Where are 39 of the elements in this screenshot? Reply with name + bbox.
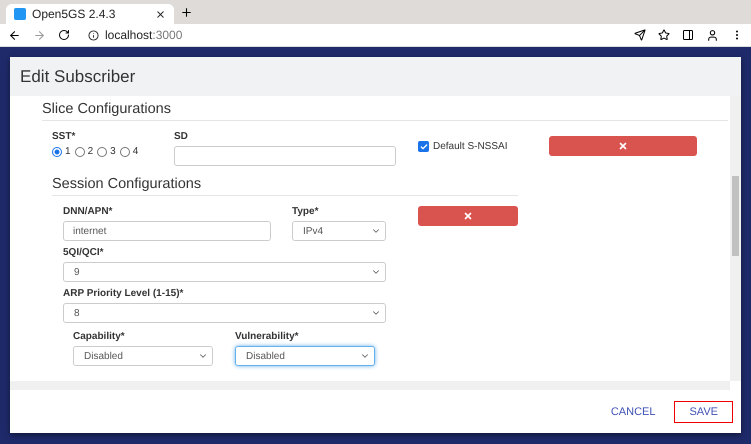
field-label: Vulnerability* — [235, 331, 300, 342]
section-title: Slice Configurations — [42, 101, 728, 121]
field-label: Capability* — [73, 331, 126, 342]
field-label: DNN/APN* — [63, 206, 114, 217]
browser-tab[interactable]: Open5GS 2.4.3 — [6, 4, 174, 24]
field-label: SD — [174, 131, 189, 142]
check-icon — [420, 142, 428, 150]
default-snssai-checkbox[interactable]: Default S-NSSAI — [418, 141, 549, 152]
dialog-button[interactable]: SAVE — [674, 400, 733, 422]
field-label: SST* — [52, 131, 76, 142]
vulnerability-select[interactable]: Disabled — [235, 346, 375, 366]
close-icon — [618, 141, 628, 151]
arp-select[interactable]: 8 — [63, 303, 386, 323]
dnn-field[interactable]: internet — [63, 221, 271, 241]
dialog-title: Edit Subscriber — [10, 57, 741, 96]
side-panel-icon[interactable] — [682, 29, 694, 41]
reload-icon[interactable] — [58, 29, 70, 41]
site-icon — [14, 8, 26, 20]
star-icon[interactable] — [658, 29, 670, 41]
field-label: Type* — [292, 206, 320, 217]
profile-icon[interactable] — [706, 28, 719, 42]
field-label: ARP Priority Level (1-15)* — [63, 288, 184, 299]
new-tab-icon[interactable] — [180, 6, 193, 18]
horizontal-scrollbar[interactable] — [10, 381, 730, 390]
type-select[interactable]: IPv4 — [292, 221, 386, 241]
radio-option[interactable]: 1 — [52, 146, 71, 157]
capability-select[interactable]: Disabled — [73, 346, 213, 366]
qci-select[interactable]: 9 — [63, 262, 386, 282]
close-icon — [463, 211, 473, 221]
send-icon[interactable] — [634, 29, 646, 41]
back-icon[interactable] — [8, 28, 21, 42]
field-label: 5QI/QCI* — [63, 247, 105, 258]
forward-icon[interactable] — [33, 28, 46, 42]
dialog-button[interactable]: CANCEL — [596, 400, 670, 422]
info-icon — [88, 30, 99, 40]
scrollbar[interactable] — [730, 96, 741, 381]
sd-field[interactable] — [174, 146, 396, 166]
section-title: Session Configurations — [52, 176, 518, 196]
close-icon[interactable] — [155, 8, 166, 20]
